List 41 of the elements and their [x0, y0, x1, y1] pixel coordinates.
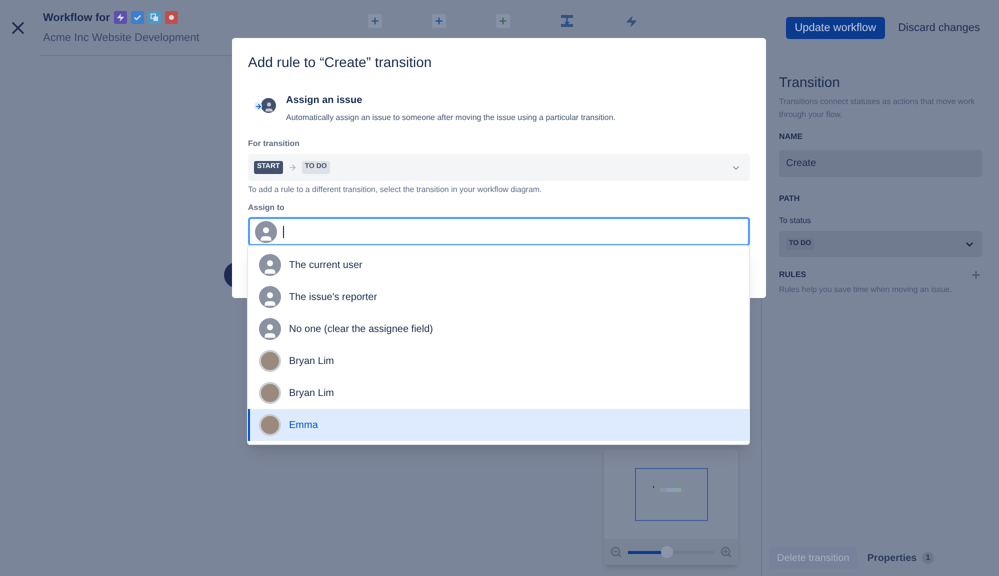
assignee-option[interactable]: Emma	[248, 409, 749, 441]
assignee-option[interactable]: No one (clear the assignee field)	[248, 313, 749, 345]
rule-title: Assign an issue	[286, 94, 364, 108]
update-workflow-button[interactable]: Update workflow	[786, 17, 886, 39]
assignee-option[interactable]: The issue's reporter	[248, 281, 749, 313]
user-avatar-icon	[259, 318, 281, 340]
avatar-photo-placeholder	[259, 382, 281, 404]
user-avatar-icon	[255, 220, 277, 242]
assignee-option[interactable]: Bryan Lim	[248, 345, 749, 377]
plus-icon[interactable]	[434, 16, 444, 26]
path-label: PATH	[779, 193, 801, 205]
zoom-in-icon[interactable]	[720, 546, 732, 558]
rules-label: RULES	[779, 269, 806, 281]
panel-title: Transition	[779, 73, 841, 92]
zoom-out-icon[interactable]	[610, 546, 622, 558]
name-label: NAME	[779, 131, 804, 143]
minimap-node-drawing	[652, 488, 680, 494]
user-avatar-icon	[259, 286, 281, 308]
dialog-title: Add rule to “Create” transition	[248, 53, 433, 72]
plus-icon[interactable]	[498, 16, 508, 26]
to-status-label: To status	[779, 215, 812, 227]
workflow-title: Workflow for	[43, 10, 110, 26]
lightning-icon[interactable]	[624, 14, 638, 28]
project-name: Acme Inc Website Development	[43, 31, 200, 46]
plus-icon[interactable]	[370, 16, 380, 26]
transition-hint: To add a rule to a different transition, select the transition in your workflow diagram.	[248, 184, 543, 196]
assignee-option[interactable]: Bryan Lim	[248, 377, 749, 409]
avatar-photo-placeholder	[259, 350, 281, 372]
arrow-right-icon	[288, 163, 297, 172]
discard-changes-button[interactable]: Discard changes	[891, 17, 987, 39]
properties-count: 1	[922, 552, 934, 564]
add-rule-icon[interactable]	[970, 269, 982, 281]
rule-description: Automatically assign an issue to someone after moving the issue using a particular transition.	[286, 112, 616, 124]
for-transition-label: For transition	[248, 138, 301, 150]
avatar-photo-placeholder	[259, 414, 281, 436]
user-avatar-icon	[259, 254, 281, 276]
assign-to-label: Assign to	[248, 202, 286, 214]
name-field[interactable]: Create	[779, 150, 982, 177]
assignee-option[interactable]: The current user	[248, 249, 749, 281]
transition-icon[interactable]	[560, 14, 574, 28]
zoom-slider[interactable]	[628, 546, 714, 558]
